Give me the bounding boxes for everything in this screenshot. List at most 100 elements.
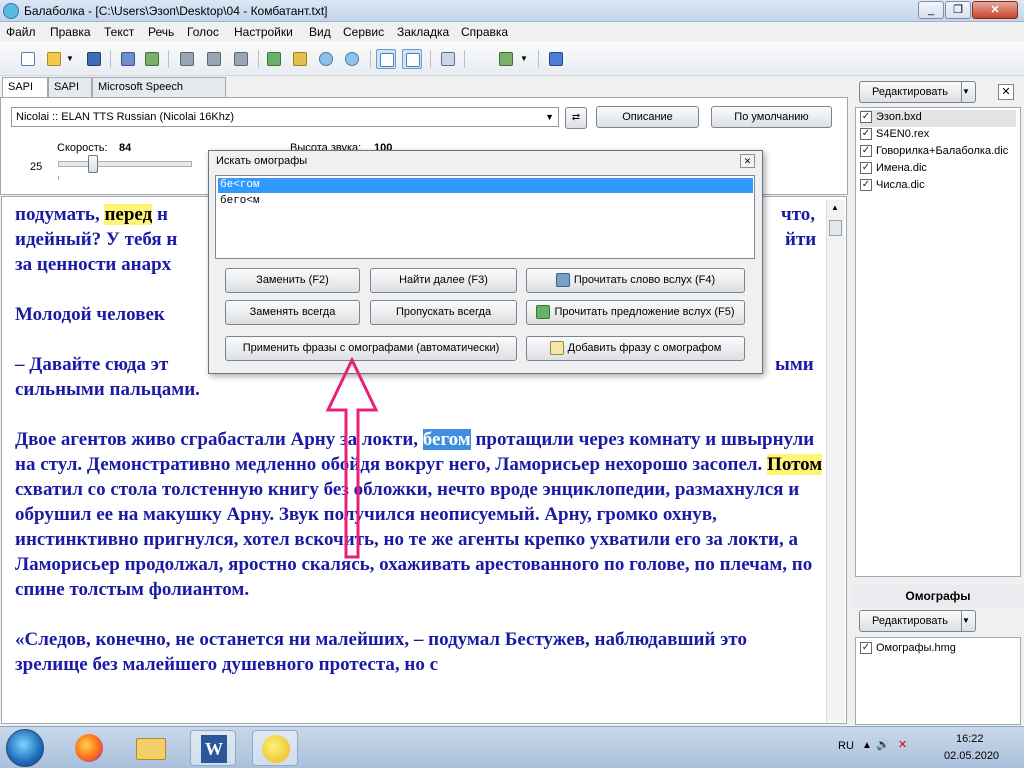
dictionary-list: ✓ Эзоп.bxd ✓ S4EN0.rex ✓ Говорилка+Балаболк… <box>855 107 1021 577</box>
view-mode-2-icon[interactable] <box>402 49 422 69</box>
clock-time[interactable]: 16:22 <box>956 733 984 745</box>
menu-help[interactable]: Справка <box>461 25 508 39</box>
homograph-option[interactable]: бе<гом <box>218 178 753 193</box>
menu-service[interactable]: Сервис <box>343 25 384 39</box>
tab-sapi5[interactable]: SAPI 5 <box>48 77 92 111</box>
read-sentence-button[interactable]: Прочитать предложение вслух (F5) <box>526 300 745 325</box>
network-icon[interactable]: ✕ <box>898 738 907 751</box>
menu-voice[interactable]: Голос <box>187 25 219 39</box>
checkbox-checked-icon[interactable]: ✓ <box>860 111 872 124</box>
menu-settings[interactable]: Настройки <box>234 25 293 39</box>
homograph-option[interactable]: бего<м <box>218 194 753 209</box>
recycle-icon <box>536 305 551 320</box>
menu-view[interactable]: Вид <box>309 25 331 39</box>
read-word-button[interactable]: Прочитать слово вслух (F4) <box>526 268 745 293</box>
checkbox-checked-icon[interactable]: ✓ <box>860 642 872 655</box>
dictionary-item[interactable]: ✓ Говорилка+Балаболка.dic <box>860 144 1008 161</box>
chevron-down-icon: ▼ <box>545 112 554 122</box>
voice-select-value: Nicolai :: ELAN TTS Russian (Nicolai 16K… <box>16 111 235 123</box>
volume-icon[interactable]: 🔊 <box>876 738 890 751</box>
checkbox-checked-icon[interactable]: ✓ <box>860 145 872 158</box>
maximize-button[interactable]: ❐ <box>945 1 971 19</box>
toolbar: ▼ ▼ <box>0 42 1024 76</box>
speaker-icon <box>555 273 570 288</box>
menu-speech[interactable]: Речь <box>148 25 174 39</box>
add-phrase-button[interactable]: Добавить фразу с омографом <box>526 336 745 361</box>
zoom-icon[interactable] <box>316 49 336 69</box>
next-icon[interactable] <box>290 49 310 69</box>
skip-always-button[interactable]: Пропускать всегда <box>370 300 517 325</box>
view-mode-1-icon[interactable] <box>376 49 396 69</box>
speed-value: 84 <box>119 142 132 154</box>
highlighted-word: Потом <box>767 454 823 475</box>
open-dropdown-icon[interactable]: ▼ <box>66 49 78 69</box>
pause-icon[interactable] <box>204 49 224 69</box>
speed-slider-track[interactable] <box>58 161 192 167</box>
new-file-icon[interactable] <box>18 49 38 69</box>
refresh-voices-button[interactable]: ⇄ <box>565 107 587 129</box>
menu-bookmark[interactable]: Закладка <box>397 25 449 39</box>
scrollbar-thumb[interactable] <box>829 220 842 236</box>
prev-icon[interactable] <box>264 49 284 69</box>
minimize-button[interactable]: _ <box>918 1 944 19</box>
dictionary-item[interactable]: ✓ Числа.dic <box>860 178 925 195</box>
open-folder-icon[interactable] <box>44 49 64 69</box>
homographs-edit-button[interactable]: Редактировать ▼ <box>859 610 976 632</box>
dictionary-item[interactable]: ✓ Эзоп.bxd <box>860 110 1016 127</box>
balabolka-icon[interactable] <box>252 730 298 766</box>
tray-arrow-icon[interactable]: ▲ <box>862 740 872 751</box>
dictionary-item[interactable]: ✓ S4EN0.rex <box>860 127 929 144</box>
dictionary-item[interactable]: ✓ Имена.dic <box>860 161 927 178</box>
word-icon[interactable]: W <box>190 730 236 766</box>
checkbox-checked-icon[interactable]: ✓ <box>860 128 872 141</box>
editor-line: сильными пальцами. <box>15 379 200 400</box>
default-button[interactable]: По умолчанию <box>711 106 832 128</box>
clipboard-dropdown-icon[interactable] <box>496 49 516 69</box>
checkbox-checked-icon[interactable]: ✓ <box>860 179 872 192</box>
convert-icon[interactable] <box>142 49 162 69</box>
scroll-up-icon[interactable]: ▲ <box>831 203 839 212</box>
menu-file[interactable]: Файл <box>6 25 36 39</box>
chevron-down-icon: ▼ <box>961 82 975 102</box>
homograph-item[interactable]: ✓ Омографы.hmg <box>860 641 956 658</box>
replace-always-button[interactable]: Заменять всегда <box>225 300 360 325</box>
replace-button[interactable]: Заменить (F2) <box>225 268 360 293</box>
checkbox-checked-icon[interactable]: ✓ <box>860 162 872 175</box>
tab-sapi4[interactable]: SAPI 4 <box>2 77 48 111</box>
voice-select[interactable]: Nicolai :: ELAN TTS Russian (Nicolai 16K… <box>11 107 559 127</box>
editor-paragraph: «Следов, конечно, не останется ни малейш… <box>15 629 747 675</box>
annotation-arrow <box>325 356 379 559</box>
export-audio-icon[interactable] <box>118 49 138 69</box>
speed-label: Скорость: <box>57 142 108 154</box>
homographs-header: Омографы <box>852 585 1024 607</box>
close-panel-icon[interactable]: ✕ <box>998 84 1014 100</box>
speed-min-label: 25 <box>30 161 43 173</box>
stop-icon[interactable] <box>231 49 251 69</box>
dropdown-arrow-icon[interactable]: ▼ <box>520 49 532 69</box>
save-icon[interactable] <box>84 49 104 69</box>
find-next-button[interactable]: Найти далее (F3) <box>370 268 517 293</box>
editor-scrollbar[interactable]: ▲ <box>826 200 844 722</box>
description-button[interactable]: Описание <box>596 106 699 128</box>
menu-edit[interactable]: Правка <box>50 25 91 39</box>
selected-homograph: бегом <box>422 429 471 450</box>
document-icon <box>549 341 564 356</box>
chevron-down-icon: ▼ <box>961 611 975 631</box>
speed-slider-thumb[interactable] <box>88 155 98 173</box>
tray-lang[interactable]: RU <box>838 740 854 752</box>
engine-tabs: SAPI 4 SAPI 5 Microsoft Speech Platform <box>0 77 230 111</box>
close-button[interactable]: ✕ <box>972 1 1018 19</box>
tab-speech-platform[interactable]: Microsoft Speech Platform <box>92 77 226 111</box>
play-icon[interactable] <box>177 49 197 69</box>
dialog-close-icon[interactable]: ✕ <box>740 154 755 168</box>
dialog-title: Искать омографы <box>216 155 308 167</box>
menu-text[interactable]: Текст <box>104 25 134 39</box>
firefox-icon[interactable] <box>66 730 112 766</box>
dictionaries-edit-button[interactable]: Редактировать ▼ <box>859 81 976 103</box>
explorer-icon[interactable] <box>128 730 174 766</box>
find-icon[interactable] <box>342 49 362 69</box>
clipboard-icon[interactable] <box>438 49 458 69</box>
help-icon[interactable] <box>546 49 566 69</box>
clock-date[interactable]: 02.05.2020 <box>944 750 999 762</box>
start-button[interactable] <box>6 729 44 767</box>
